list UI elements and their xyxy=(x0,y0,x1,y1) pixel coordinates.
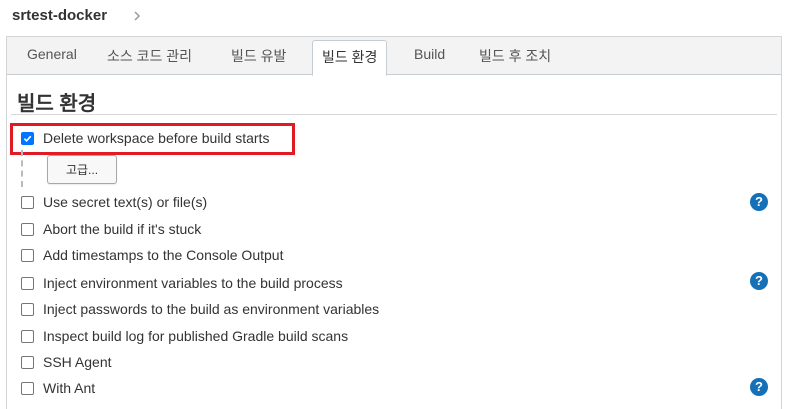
tab-build-environment[interactable]: 빌드 환경 xyxy=(312,40,388,76)
config-panel: General 소스 코드 관리 빌드 유발 빌드 환경 Build 빌드 후 … xyxy=(6,36,782,409)
checkbox[interactable] xyxy=(21,222,34,236)
option-with-ant[interactable]: With Ant xyxy=(21,378,95,398)
option-label: Abort the build if it's stuck xyxy=(43,221,202,237)
option-label: Add timestamps to the Console Output xyxy=(43,247,284,263)
checkbox[interactable] xyxy=(21,302,34,316)
option-inject-passwords[interactable]: Inject passwords to the build as environ… xyxy=(21,299,379,319)
option-label: Delete workspace before build starts xyxy=(43,130,270,146)
tab-post-build-actions[interactable]: 빌드 후 조치 xyxy=(479,46,551,68)
nested-guide-line xyxy=(21,150,23,187)
option-ssh-agent[interactable]: SSH Agent xyxy=(21,352,112,372)
checkbox[interactable] xyxy=(21,381,34,395)
section-title: 빌드 환경 xyxy=(17,93,97,115)
option-label: Inject passwords to the build as environ… xyxy=(43,301,380,317)
help-icon[interactable]: ? xyxy=(750,193,768,211)
checkbox[interactable] xyxy=(21,131,34,145)
tab-bar: General 소스 코드 관리 빌드 유발 빌드 환경 Build 빌드 후 … xyxy=(7,37,781,76)
option-label: Inject environment variables to the buil… xyxy=(43,275,343,291)
advanced-button[interactable]: 고급... xyxy=(47,155,117,184)
tab-build-triggers[interactable]: 빌드 유발 xyxy=(231,46,286,68)
checkbox[interactable] xyxy=(21,329,34,343)
option-abort-stuck[interactable]: Abort the build if it's stuck xyxy=(21,219,201,239)
option-inject-env-vars[interactable]: Inject environment variables to the buil… xyxy=(21,273,343,293)
checkbox[interactable] xyxy=(21,355,34,369)
tab-general[interactable]: General xyxy=(27,46,77,68)
option-secret-text[interactable]: Use secret text(s) or file(s) xyxy=(21,192,207,212)
help-icon[interactable]: ? xyxy=(750,272,768,290)
breadcrumb: srtest-docker xyxy=(0,0,792,36)
checkbox[interactable] xyxy=(21,195,34,209)
tab-build[interactable]: Build xyxy=(414,46,445,68)
option-label: With Ant xyxy=(43,380,96,396)
option-gradle-build-scans[interactable]: Inspect build log for published Gradle b… xyxy=(21,326,348,346)
option-label: SSH Agent xyxy=(43,354,112,370)
option-delete-workspace[interactable]: Delete workspace before build starts xyxy=(21,128,269,148)
option-label: Inspect build log for published Gradle b… xyxy=(43,328,349,344)
job-name-link[interactable]: srtest-docker xyxy=(12,7,107,24)
checkmark-icon xyxy=(23,135,32,142)
chevron-right-icon[interactable] xyxy=(133,10,141,22)
option-timestamps[interactable]: Add timestamps to the Console Output xyxy=(21,245,283,265)
tab-source-code-management[interactable]: 소스 코드 관리 xyxy=(107,46,192,68)
help-icon[interactable]: ? xyxy=(750,378,768,396)
option-label: Use secret text(s) or file(s) xyxy=(43,194,208,210)
section-divider xyxy=(11,114,777,115)
checkbox[interactable] xyxy=(21,248,34,262)
checkbox[interactable] xyxy=(21,276,34,290)
